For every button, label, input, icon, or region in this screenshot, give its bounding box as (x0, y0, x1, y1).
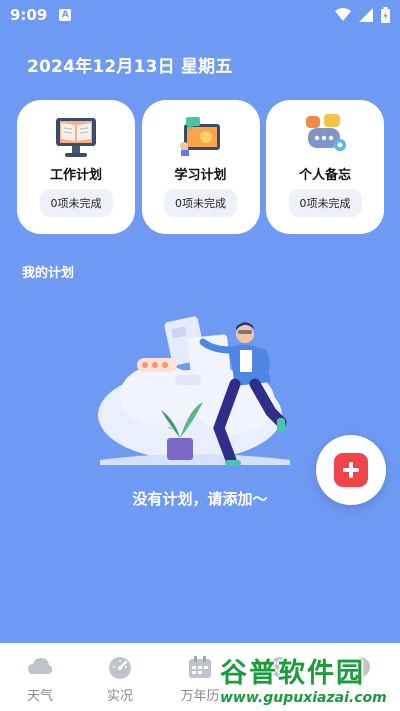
status-time: 9:09 (10, 6, 48, 24)
empty-state-illustration (98, 316, 290, 466)
card-badge: 0项未完成 (288, 189, 362, 217)
tab-label: 万年历 (180, 689, 220, 704)
signal-icon (359, 8, 373, 22)
card-badge: 0项未完成 (164, 189, 237, 217)
tab-label: 实况 (106, 689, 133, 704)
battery-icon (381, 7, 390, 23)
card-title: 学习计划 (174, 168, 227, 183)
tab-weather[interactable]: 天气 (0, 643, 80, 704)
date-title: 2024年12月13日 星期五 (27, 57, 233, 77)
card-study-plan[interactable]: 学习计划 0项未完成 (141, 100, 260, 234)
computer-book-icon (56, 118, 96, 157)
card-title: 个人备忘 (298, 168, 351, 183)
card-badge: 0项未完成 (39, 189, 113, 217)
card-personal-memo[interactable]: 个人备忘 0项未完成 (266, 100, 384, 234)
gauge-icon (109, 657, 131, 679)
card-work-plan[interactable]: 工作计划 0项未完成 (17, 100, 135, 234)
watermark: 谷普软件园 www.gupuxiazai.com (220, 648, 400, 708)
tab-label: 天气 (26, 689, 53, 704)
section-title: 我的计划 (22, 266, 75, 281)
watermark-url: www.gupuxiazai.com (220, 689, 387, 706)
add-plan-button[interactable] (316, 435, 386, 505)
tablet-study-icon (179, 117, 220, 156)
watermark-title: 谷普软件园 (220, 657, 365, 689)
status-bar: 9:09 A (0, 0, 400, 30)
sim-badge: A (59, 9, 72, 21)
card-title: 工作计划 (49, 168, 102, 183)
plus-icon (334, 453, 368, 487)
plan-category-cards: 工作计划 0项未完成 学习计划 0项未完成 个人备忘 0项未完成 (17, 100, 384, 234)
chat-bubbles-icon (306, 114, 346, 151)
tab-live[interactable]: 实况 (80, 643, 160, 704)
cloud-icon (28, 658, 52, 674)
wifi-icon (335, 8, 351, 21)
calendar-icon (189, 656, 211, 678)
